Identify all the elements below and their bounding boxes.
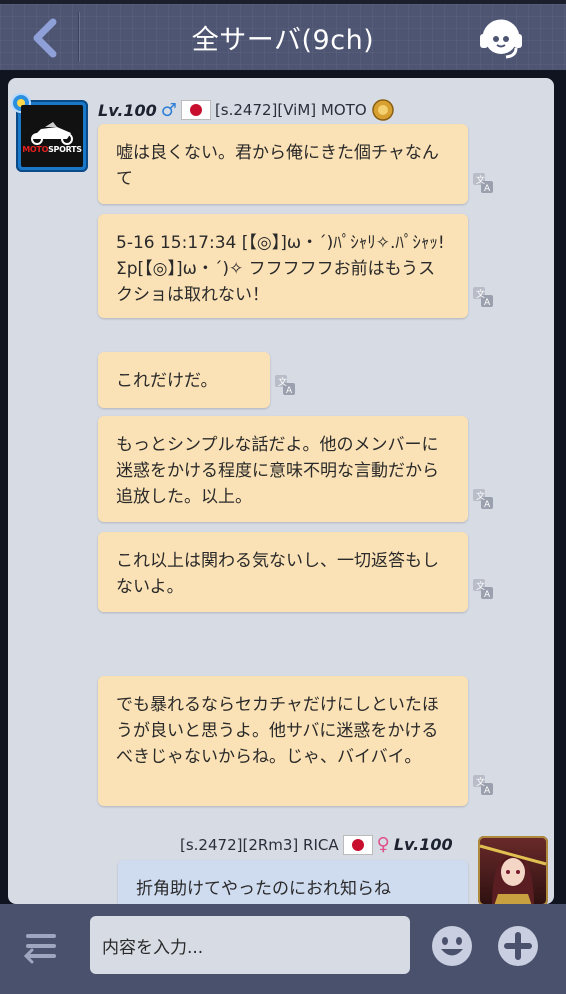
- japan-flag-icon: [180, 100, 211, 120]
- chat-bubble[interactable]: 嘘は良くない。君から俺にきた個チャなんて: [98, 124, 468, 204]
- translate-icon[interactable]: 文 A: [472, 172, 494, 194]
- support-button[interactable]: [476, 14, 526, 64]
- translate-icon[interactable]: 文 A: [472, 286, 494, 308]
- sender-name: [s.2472][ViM] MOTO: [214, 101, 367, 119]
- svg-text:A: A: [484, 184, 491, 194]
- japan-flag-icon: [342, 834, 373, 855]
- chat-bubble[interactable]: もっとシンプルな話だよ。他のメンバーに迷惑をかける程度に意味不明な言動だから追放…: [98, 416, 468, 522]
- sender-name: [s.2472][2Rm3] RICA: [180, 835, 339, 854]
- translate-icon[interactable]: 文 A: [472, 774, 494, 796]
- chat-bubble[interactable]: 5-16 15:17:34 [【◎】]ω・´)ﾊﾟｼｬﾘ✧.ﾊﾟｼｬｯ! Σp[…: [98, 214, 468, 318]
- level-label: Lv.100: [393, 835, 453, 854]
- wreath-medal-icon: [371, 99, 394, 121]
- motorcycle-icon: [31, 121, 73, 145]
- emoji-button[interactable]: [430, 924, 474, 968]
- svg-text:A: A: [484, 298, 491, 308]
- message-input[interactable]: 内容を入力...: [90, 916, 410, 974]
- chat-bubble[interactable]: これ以上は関わる気ないし、一切返答もしないよ。: [98, 532, 468, 612]
- chat-bubble[interactable]: これだけだ。: [98, 352, 270, 408]
- sender-name-row: [s.2472][2Rm3] RICA ♀ Lv.100: [180, 834, 453, 855]
- female-icon: ♀: [376, 834, 390, 855]
- menu-switch-icon: [23, 934, 56, 964]
- character-portrait-icon: [479, 844, 547, 904]
- headset-icon: [480, 19, 522, 59]
- chat-bubble[interactable]: 折角助けてやったのにおれ知らね: [118, 860, 468, 904]
- avatar-brand-text: MOTOSPORTS: [22, 144, 82, 154]
- sender-name-row: Lv.100 ♂ [s.2472][ViM] MOTO: [98, 98, 395, 122]
- svg-text:A: A: [484, 786, 491, 796]
- translate-icon[interactable]: 文 A: [472, 578, 494, 600]
- male-icon: ♂: [160, 99, 177, 121]
- avatar-rica[interactable]: [478, 836, 548, 904]
- top-bar: 全サーバ(9ch): [0, 0, 566, 70]
- translate-icon[interactable]: 文 A: [274, 374, 296, 396]
- plus-icon: [498, 926, 538, 966]
- chat-panel[interactable]: MOTOSPORTS Lv.100 ♂ [s.2472][ViM] MOTO 嘘…: [8, 78, 554, 904]
- translate-icon[interactable]: 文 A: [472, 488, 494, 510]
- level-label: Lv.100: [98, 100, 157, 120]
- bottom-input-bar: 内容を入力...: [0, 904, 566, 994]
- smiley-icon: [432, 926, 472, 966]
- svg-text:A: A: [484, 500, 491, 510]
- plus-button[interactable]: [496, 924, 540, 968]
- svg-text:A: A: [286, 386, 293, 396]
- channel-menu-button[interactable]: [20, 926, 60, 970]
- svg-text:A: A: [484, 590, 491, 600]
- avatar-moto[interactable]: MOTOSPORTS: [11, 93, 88, 172]
- chat-bubble[interactable]: でも暴れるならセカチャだけにしといたほうが良いと思うよ。他サバに迷惑をかけるべき…: [98, 676, 468, 806]
